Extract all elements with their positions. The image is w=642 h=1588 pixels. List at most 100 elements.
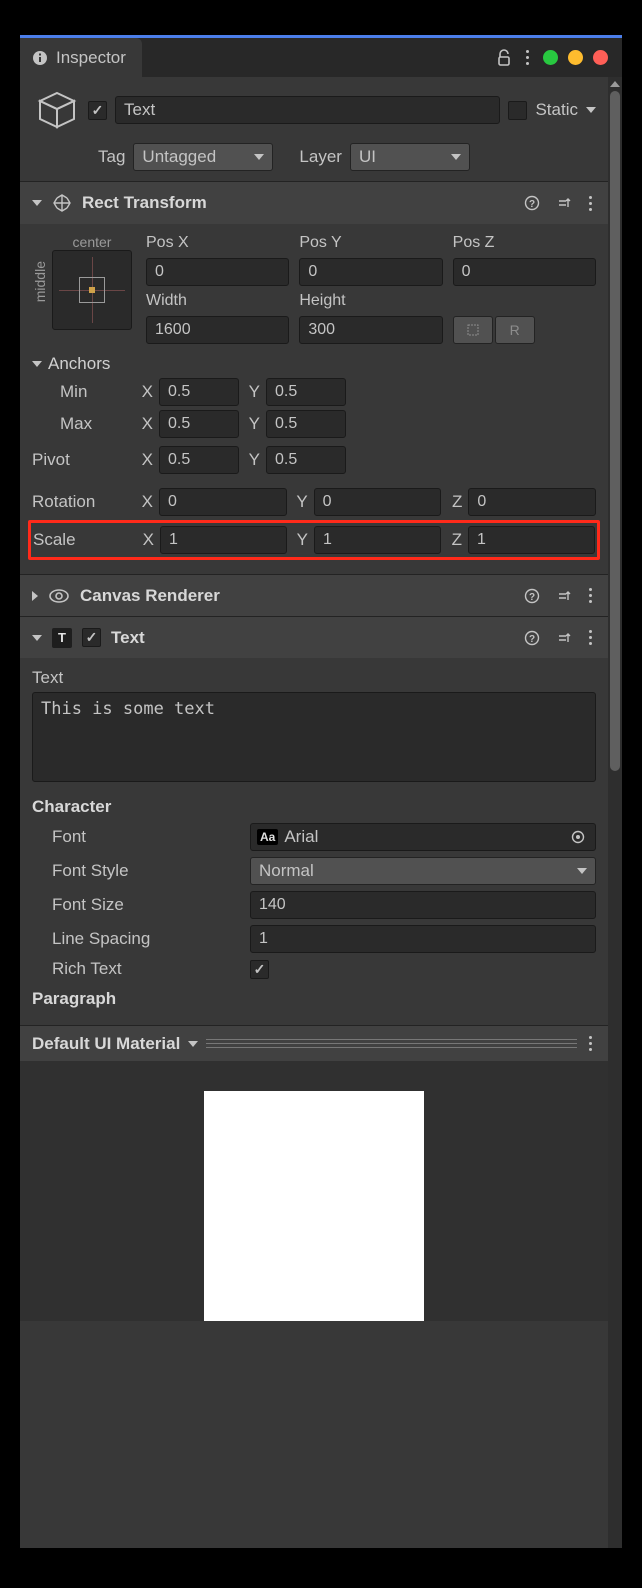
static-checkbox[interactable] (508, 101, 527, 120)
layer-label: Layer (299, 147, 342, 167)
help-icon[interactable]: ? (521, 585, 543, 607)
kebab-icon[interactable] (522, 50, 533, 65)
posy-label: Pos Y (299, 234, 442, 252)
kebab-icon[interactable] (585, 630, 596, 645)
text-icon: T (52, 628, 72, 648)
fontsize-input[interactable] (250, 891, 596, 919)
active-checkbox[interactable] (88, 101, 107, 120)
traffic-red[interactable] (593, 50, 608, 65)
scale-x-input[interactable] (160, 526, 287, 554)
paragraph-section-label: Paragraph (32, 989, 596, 1009)
traffic-yellow[interactable] (568, 50, 583, 65)
character-section-label: Character (32, 797, 596, 817)
pivot-label: Pivot (32, 450, 132, 470)
raw-edit-button[interactable]: R (495, 316, 535, 344)
linespacing-label: Line Spacing (32, 929, 242, 949)
posx-label: Pos X (146, 234, 289, 252)
anchors-foldout[interactable]: Anchors (32, 354, 596, 374)
help-icon[interactable]: ? (521, 627, 543, 649)
preset-icon[interactable] (553, 192, 575, 214)
y-label: Y (245, 382, 260, 402)
x-label: X (138, 450, 153, 470)
anchor-min-y-input[interactable] (266, 378, 346, 406)
inspector-window: Inspector (20, 35, 622, 1548)
linespacing-input[interactable] (250, 925, 596, 953)
posz-input[interactable] (453, 258, 596, 286)
static-dropdown-icon[interactable] (586, 107, 596, 113)
scroll-thumb[interactable] (610, 91, 620, 771)
tag-dropdown[interactable]: Untagged (133, 143, 273, 171)
rotation-x-input[interactable] (159, 488, 287, 516)
preset-icon[interactable] (553, 627, 575, 649)
x-label: X (138, 414, 153, 434)
svg-text:?: ? (529, 634, 535, 645)
scrollbar[interactable] (608, 77, 622, 1548)
lock-icon[interactable] (496, 49, 512, 67)
scale-highlight: Scale X Y Z (28, 520, 600, 560)
preset-icon[interactable] (553, 585, 575, 607)
cube-icon (34, 87, 80, 133)
scale-z-input[interactable] (468, 526, 595, 554)
posy-input[interactable] (299, 258, 442, 286)
rotation-y-input[interactable] (314, 488, 442, 516)
rect-transform-title: Rect Transform (82, 193, 511, 213)
anchor-max-x-input[interactable] (159, 410, 239, 438)
fontstyle-label: Font Style (32, 861, 242, 881)
scale-y-input[interactable] (314, 526, 441, 554)
blueprint-mode-button[interactable] (453, 316, 493, 344)
foldout-icon (32, 635, 42, 641)
svg-text:?: ? (529, 199, 535, 210)
z-label: Z (447, 530, 462, 550)
text-component-header[interactable]: T Text ? (20, 616, 608, 658)
chevron-down-icon (254, 154, 264, 160)
rect-transform-body: middle center Pos X Pos Y Pos Z (20, 224, 608, 574)
preview-swatch (204, 1091, 424, 1321)
material-label: Default UI Material (32, 1034, 180, 1054)
kebab-icon[interactable] (585, 1036, 596, 1051)
text-textarea[interactable]: This is some text (32, 692, 596, 782)
posx-input[interactable] (146, 258, 289, 286)
width-label: Width (146, 292, 289, 310)
fontstyle-dropdown[interactable]: Normal (250, 857, 596, 885)
anchor-max-y-input[interactable] (266, 410, 346, 438)
pivot-x-input[interactable] (159, 446, 239, 474)
gameobject-name-input[interactable] (115, 96, 500, 124)
font-aa-icon: Aa (257, 829, 278, 845)
canvas-renderer-header[interactable]: Canvas Renderer ? (20, 574, 608, 616)
tag-label: Tag (98, 147, 125, 167)
height-input[interactable] (299, 316, 442, 344)
font-value: Arial (284, 827, 318, 847)
richtext-checkbox[interactable] (250, 960, 269, 979)
inspector-content: Static Tag Untagged Layer UI (20, 77, 622, 1548)
y-label: Y (293, 492, 308, 512)
anchor-preset-button[interactable] (52, 250, 132, 330)
scale-label: Scale (33, 530, 133, 550)
x-label: X (138, 382, 153, 402)
foldout-icon (32, 200, 42, 206)
help-icon[interactable]: ? (521, 192, 543, 214)
layer-value: UI (359, 147, 376, 167)
foldout-icon (32, 361, 42, 367)
material-drag-handle-icon (206, 1039, 577, 1049)
text-enabled-checkbox[interactable] (82, 628, 101, 647)
text-field-label: Text (32, 668, 596, 688)
object-picker-icon[interactable] (567, 826, 589, 848)
pivot-y-input[interactable] (266, 446, 346, 474)
chevron-down-icon (188, 1041, 198, 1047)
font-field[interactable]: Aa Arial (250, 823, 596, 851)
richtext-label: Rich Text (32, 959, 242, 979)
tab-inspector[interactable]: Inspector (20, 38, 142, 77)
width-input[interactable] (146, 316, 289, 344)
rotation-z-input[interactable] (468, 488, 596, 516)
traffic-green[interactable] (543, 50, 558, 65)
kebab-icon[interactable] (585, 588, 596, 603)
x-label: X (138, 492, 153, 512)
layer-dropdown[interactable]: UI (350, 143, 470, 171)
kebab-icon[interactable] (585, 196, 596, 211)
anchor-min-x-input[interactable] (159, 378, 239, 406)
rect-transform-header[interactable]: Rect Transform ? (20, 182, 608, 224)
tab-title: Inspector (56, 48, 126, 68)
y-label: Y (293, 530, 308, 550)
scroll-up-icon[interactable] (608, 77, 622, 91)
material-bar[interactable]: Default UI Material (20, 1025, 608, 1061)
